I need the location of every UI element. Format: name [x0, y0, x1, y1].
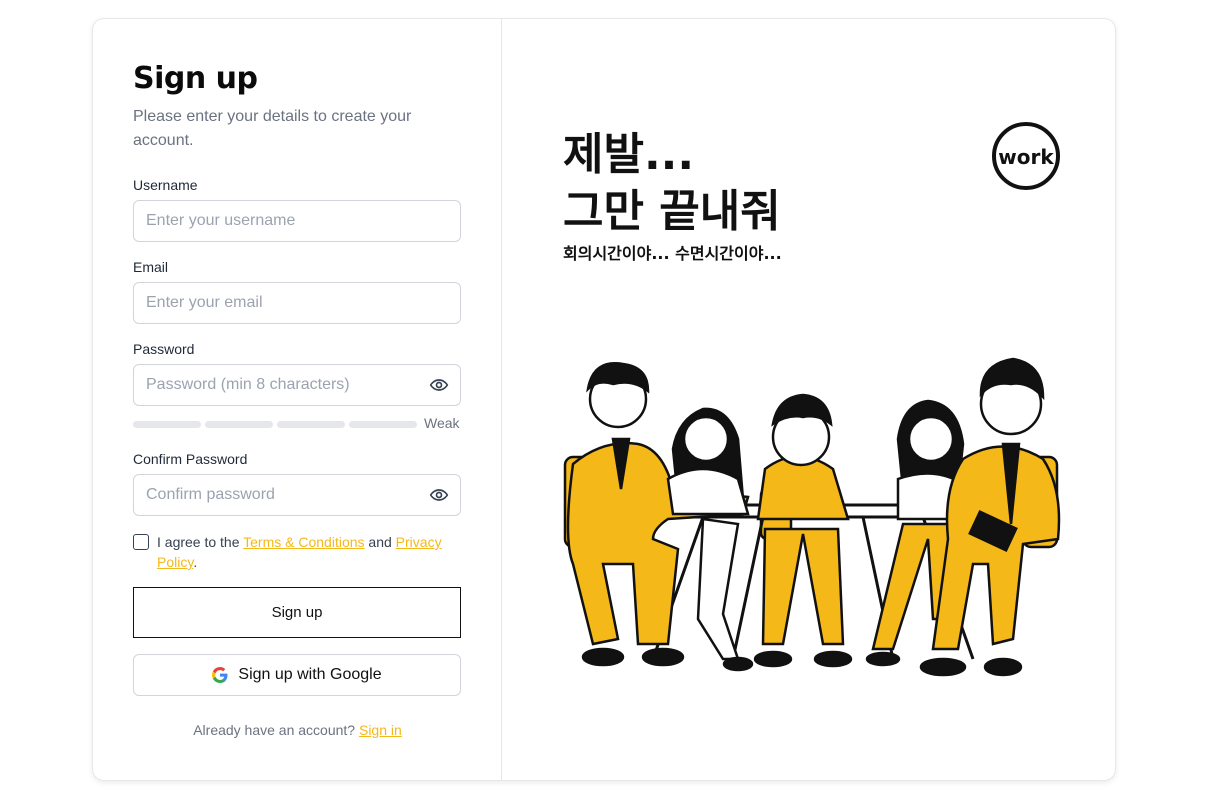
terms-link[interactable]: Terms & Conditions: [243, 534, 364, 550]
person-3: [753, 393, 853, 668]
email-input[interactable]: [133, 282, 461, 324]
strength-segment: [205, 421, 273, 428]
signup-form-panel: Sign up Please enter your details to cre…: [93, 19, 502, 780]
signin-link[interactable]: Sign in: [359, 722, 402, 738]
email-label: Email: [133, 259, 169, 275]
show-password-eye-icon[interactable]: [428, 374, 450, 396]
signin-prompt: Already have an account? Sign in: [93, 722, 502, 738]
already-text: Already have an account?: [193, 722, 359, 738]
headline-line1: 제발...: [563, 129, 694, 180]
strength-segment: [277, 421, 345, 428]
confirm-password-input[interactable]: [133, 474, 461, 516]
headline-subtext: 회의시간이야... 수면시간이야...: [563, 244, 782, 263]
signup-card: Sign up Please enter your details to cre…: [92, 18, 1116, 781]
terms-agreement-text: I agree to the Terms & Conditions and Pr…: [157, 532, 463, 572]
illustration-panel: 제발... 그만 끝내줘 회의시간이야... 수면시간이야... work: [503, 19, 1115, 780]
agree-prefix: I agree to the: [157, 534, 244, 550]
password-label: Password: [133, 341, 195, 357]
headline-line2: 그만 끝내줘: [563, 186, 781, 237]
page-subtitle: Please enter your details to create your…: [133, 108, 412, 149]
password-input[interactable]: [133, 364, 461, 406]
username-label: Username: [133, 177, 198, 193]
work-badge-text: work: [998, 145, 1054, 169]
google-button-label: Sign up with Google: [238, 666, 382, 683]
signup-button[interactable]: Sign up: [133, 587, 461, 638]
strength-segment: [133, 421, 201, 428]
google-signup-button[interactable]: Sign up with Google: [133, 654, 461, 696]
agree-and: and: [364, 534, 396, 550]
show-confirm-password-eye-icon[interactable]: [428, 484, 450, 506]
google-icon: [212, 667, 228, 683]
page-title: Sign up: [133, 61, 258, 96]
agree-suffix: .: [193, 554, 198, 570]
confirm-password-label: Confirm Password: [133, 451, 248, 467]
strength-segment: [349, 421, 417, 428]
password-strength-label: Weak: [424, 415, 460, 431]
terms-checkbox[interactable]: [133, 534, 149, 550]
meeting-illustration: 제발... 그만 끝내줘 회의시간이야... 수면시간이야... work: [563, 122, 1061, 677]
password-strength-meter: [133, 419, 461, 431]
username-input[interactable]: [133, 200, 461, 242]
